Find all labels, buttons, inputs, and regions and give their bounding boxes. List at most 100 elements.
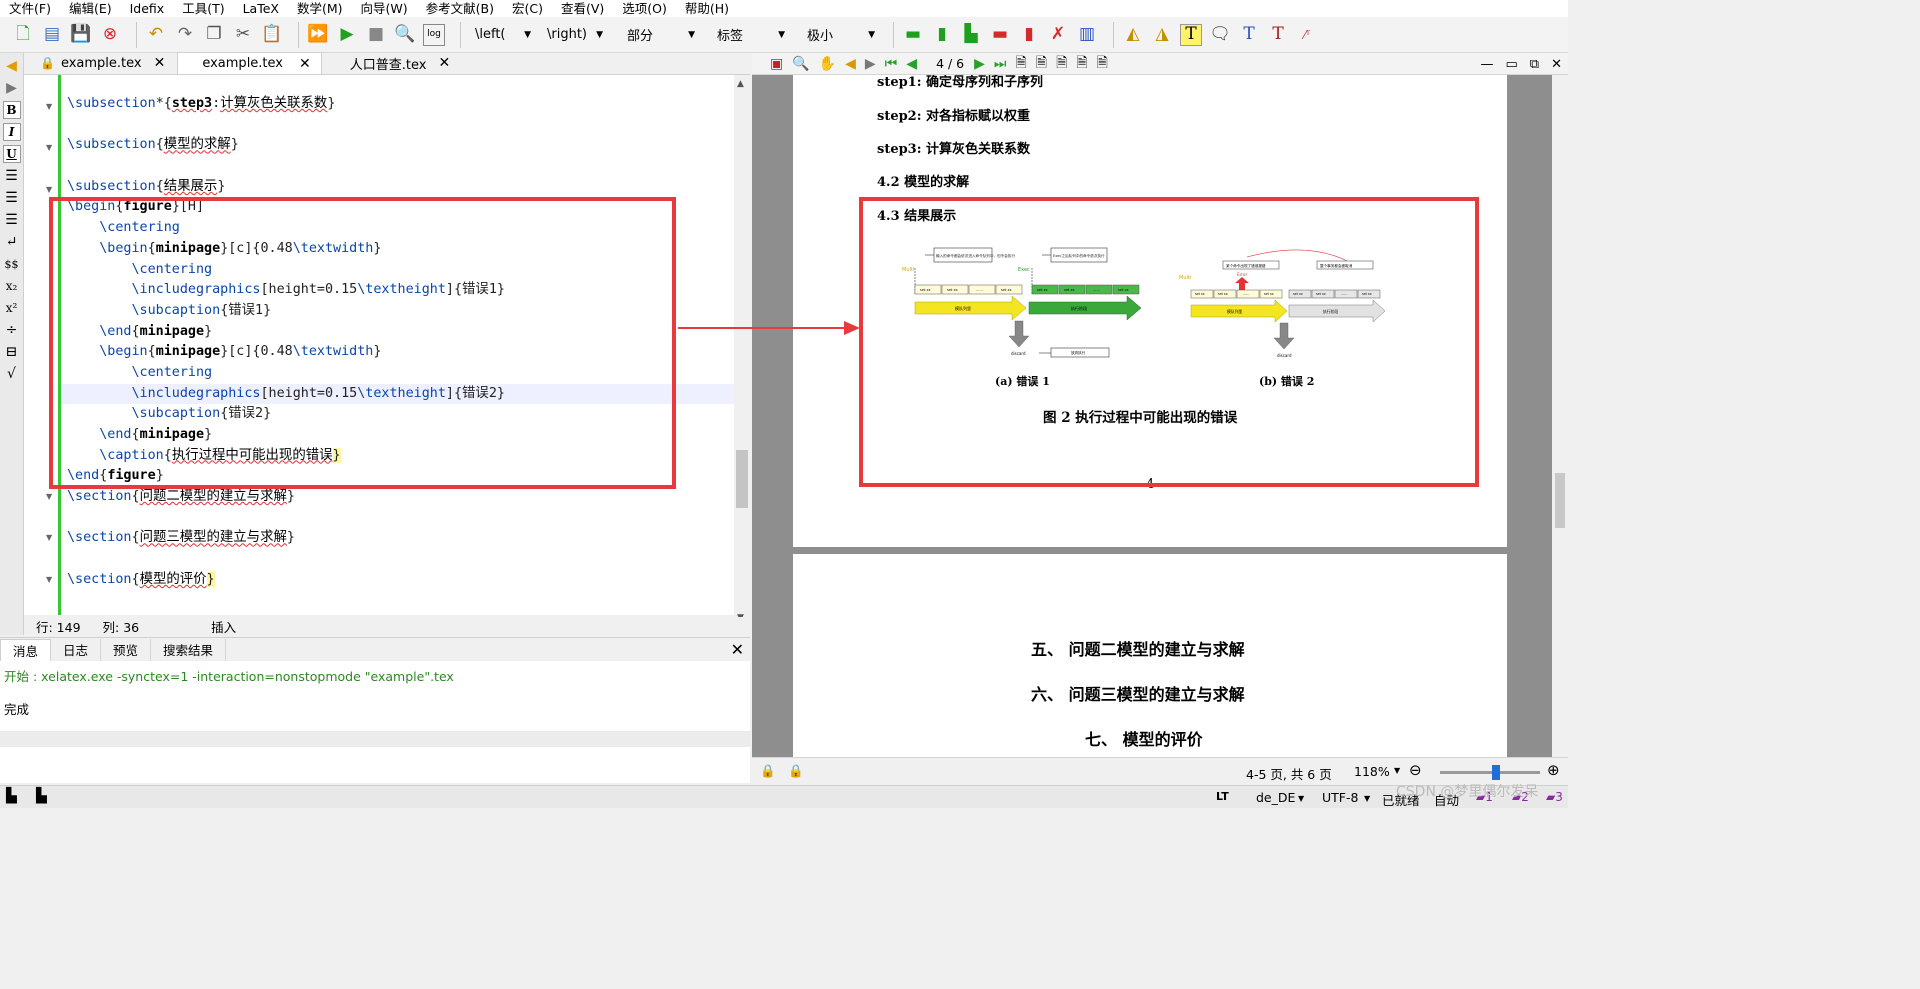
- code-line[interactable]: \centering: [67, 260, 735, 281]
- forward-icon[interactable]: ▶: [865, 56, 876, 72]
- italic-icon[interactable]: I: [2, 123, 21, 141]
- zoom-out-icon[interactable]: ⊖: [1409, 761, 1422, 779]
- file-encoding[interactable]: UTF-8: [1322, 790, 1358, 805]
- menu-file[interactable]: 文件(F): [0, 0, 60, 17]
- close-icon[interactable]: ✕: [438, 55, 450, 71]
- zoom-100-icon[interactable]: 🗎: [1016, 52, 1027, 76]
- view-log-icon[interactable]: log: [423, 23, 445, 46]
- messages-view-icon[interactable]: ▙: [36, 788, 47, 804]
- section-combo[interactable]: 部分 ▼: [621, 24, 701, 46]
- menu-latex[interactable]: LaTeX: [234, 0, 288, 17]
- open-file-icon[interactable]: ▤: [41, 24, 63, 46]
- menu-help[interactable]: 帮助(H): [676, 0, 738, 17]
- fold-marker-icon[interactable]: ▼: [46, 575, 52, 584]
- math-mode-icon[interactable]: $$: [3, 255, 21, 273]
- align-right-icon[interactable]: ☰: [3, 211, 21, 229]
- newline-icon[interactable]: ↵: [3, 233, 21, 251]
- code-line[interactable]: \subsection{模型的求解}: [67, 135, 735, 156]
- chevron-down-icon[interactable]: ▼: [1364, 794, 1370, 803]
- fold-marker-icon[interactable]: ▼: [46, 533, 52, 542]
- magnifier-icon[interactable]: 🔍: [792, 56, 809, 72]
- align-columns-icon[interactable]: ▥: [1076, 24, 1098, 46]
- build-view-icon[interactable]: ⏩: [307, 24, 329, 46]
- sqrt-icon[interactable]: √: [3, 365, 21, 383]
- fraction-icon[interactable]: ⊟: [3, 343, 21, 361]
- fit-width-icon[interactable]: 🗎: [1036, 52, 1047, 76]
- code-line[interactable]: \section{问题三模型的建立与求解}: [67, 528, 735, 549]
- zoom-slider-handle[interactable]: [1492, 765, 1500, 780]
- arrow-left-icon[interactable]: ◀: [3, 57, 21, 75]
- pdf-scrollbar[interactable]: [1552, 75, 1568, 757]
- code-line[interactable]: \subsection*{step3:计算灰色关联系数}: [67, 94, 735, 115]
- lock-icon[interactable]: 🔒: [788, 763, 804, 779]
- pdf-viewer[interactable]: step1: 确定母序列和子序列 step2: 对各指标赋以权重 step3: …: [752, 75, 1552, 757]
- prev-page-icon[interactable]: ◀: [906, 56, 917, 72]
- divide-icon[interactable]: ÷: [3, 321, 21, 339]
- menu-math[interactable]: 数学(M): [288, 0, 352, 17]
- align-left-icon[interactable]: ☰: [3, 167, 21, 185]
- menu-edit[interactable]: 编辑(E): [60, 0, 121, 17]
- new-file-icon[interactable]: 🗋: [12, 24, 34, 46]
- page-indicator[interactable]: 4 / 6: [936, 56, 964, 71]
- close-icon[interactable]: ✕: [1551, 57, 1562, 72]
- code-line[interactable]: \subcaption{错误2}: [67, 404, 735, 425]
- text-mode-icon[interactable]: T: [1180, 23, 1202, 46]
- continuous-icon[interactable]: 🗎: [1076, 52, 1087, 76]
- code-line[interactable]: \caption{执行过程中可能出现的错误}: [67, 446, 735, 467]
- delete-row-icon[interactable]: ▬: [989, 24, 1011, 46]
- editor-scrollbar[interactable]: ▲ ▼: [734, 75, 750, 625]
- code-line[interactable]: \begin{figure}[H]: [67, 197, 735, 218]
- code-line[interactable]: \includegraphics[height=0.15\textheight]…: [61, 383, 735, 405]
- arrow-right-icon[interactable]: ▶: [3, 79, 21, 97]
- chevron-up-icon[interactable]: ▲: [737, 79, 744, 89]
- tab-search-results[interactable]: 搜索结果: [151, 638, 227, 661]
- code-line[interactable]: [67, 549, 735, 570]
- comment-icon[interactable]: 🗨: [1209, 24, 1231, 46]
- font-size-combo[interactable]: 极小 ▼: [801, 24, 881, 46]
- menu-view[interactable]: 查看(V): [552, 0, 613, 17]
- save-icon[interactable]: 💾: [70, 24, 92, 46]
- close-icon[interactable]: ✕: [154, 55, 166, 71]
- menu-macros[interactable]: 宏(C): [503, 0, 552, 17]
- code-line[interactable]: \end{figure}: [67, 466, 735, 487]
- align-center-icon[interactable]: ☰: [3, 189, 21, 207]
- left-delimiter-combo[interactable]: \left(▼: [469, 24, 537, 46]
- code-line[interactable]: [67, 115, 735, 136]
- tab-log[interactable]: 日志: [51, 638, 102, 661]
- view-pdf-icon[interactable]: 🔍: [394, 24, 416, 46]
- code-editor[interactable]: ▼ ▼ ▼ ▼ ▼ ▼ \subsection*{step3:计算灰色关联系数}…: [24, 75, 750, 615]
- hand-icon[interactable]: ✋: [819, 56, 836, 72]
- subscript-icon[interactable]: x₂: [3, 277, 21, 295]
- bookmark-next-icon[interactable]: ◮: [1151, 24, 1173, 46]
- text-style-icon[interactable]: ⁄ᵀ: [1296, 24, 1318, 46]
- right-delimiter-combo[interactable]: \right) ▼: [541, 24, 609, 46]
- fold-marker-icon[interactable]: ▼: [46, 492, 52, 501]
- fold-marker-icon[interactable]: ▼: [46, 143, 52, 152]
- chevron-down-icon[interactable]: ▼: [1394, 766, 1400, 775]
- code-line[interactable]: \begin{minipage}[c]{0.48\textwidth}: [67, 239, 735, 260]
- code-line[interactable]: \section{问题二模型的建立与求解}: [67, 487, 735, 508]
- paste-icon[interactable]: 📋: [261, 24, 283, 46]
- spell-language[interactable]: de_DE: [1256, 790, 1295, 805]
- structure-view-icon[interactable]: ▙: [6, 788, 17, 804]
- compile-icon[interactable]: ▶: [336, 24, 358, 46]
- bookmark-3-icon[interactable]: ▰3: [1546, 790, 1563, 804]
- text-blue-icon[interactable]: T: [1238, 24, 1260, 46]
- code-line[interactable]: \includegraphics[height=0.15\textheight]…: [67, 280, 735, 301]
- code-line[interactable]: \centering: [67, 218, 735, 239]
- remove-table-icon[interactable]: ✗: [1047, 24, 1069, 46]
- zoom-slider[interactable]: [1440, 765, 1540, 780]
- vertical-rule-icon[interactable]: ▮: [931, 24, 953, 46]
- two-page-icon[interactable]: 🗎: [1097, 52, 1108, 76]
- close-icon[interactable]: ✕: [299, 56, 311, 72]
- fold-marker-icon[interactable]: ▼: [46, 185, 52, 194]
- cut-icon[interactable]: ✂: [232, 24, 254, 46]
- fit-page-icon[interactable]: 🗎: [1056, 52, 1067, 76]
- underline-icon[interactable]: U: [2, 145, 21, 163]
- menu-bibliography[interactable]: 参考文献(B): [417, 0, 503, 17]
- table-icon[interactable]: ▙: [960, 24, 982, 46]
- close-icon[interactable]: ✕: [731, 640, 744, 659]
- delete-column-icon[interactable]: ▮: [1018, 24, 1040, 46]
- code-line[interactable]: \subcaption{错误1}: [67, 301, 735, 322]
- label-combo[interactable]: 标签 ▼: [711, 24, 791, 46]
